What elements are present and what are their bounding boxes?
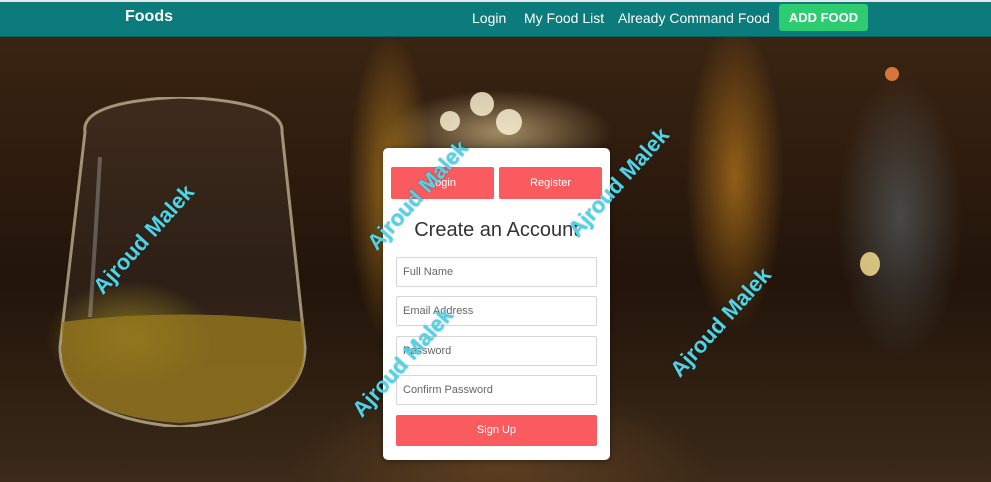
bokeh-light: [860, 252, 880, 276]
form-title: Create an Account: [414, 219, 579, 241]
add-food-button[interactable]: ADD FOOD: [779, 4, 868, 31]
nav-link-my-food-list[interactable]: My Food List: [524, 10, 604, 26]
bokeh-light: [470, 92, 494, 116]
sign-up-button[interactable]: Sign Up: [396, 415, 597, 446]
register-tab-button[interactable]: Register: [499, 167, 602, 199]
confirm-password-input[interactable]: [396, 375, 597, 405]
bokeh-light: [440, 111, 460, 131]
login-tab-button[interactable]: Login: [391, 167, 494, 199]
email-address-input[interactable]: [396, 296, 597, 326]
top-navbar: Foods Login My Food List Already Command…: [0, 0, 991, 37]
nav-link-already-command-food[interactable]: Already Command Food: [618, 10, 770, 26]
wine-glass-image: [58, 97, 307, 427]
full-name-input[interactable]: [396, 257, 597, 287]
nav-link-login[interactable]: Login: [472, 10, 506, 26]
bokeh-light: [885, 67, 899, 81]
register-card: Login Register Create an Account Sign Up: [383, 148, 610, 460]
brand-logo-text[interactable]: Foods: [125, 8, 173, 26]
bokeh-light: [496, 109, 522, 135]
password-input[interactable]: [396, 336, 597, 366]
